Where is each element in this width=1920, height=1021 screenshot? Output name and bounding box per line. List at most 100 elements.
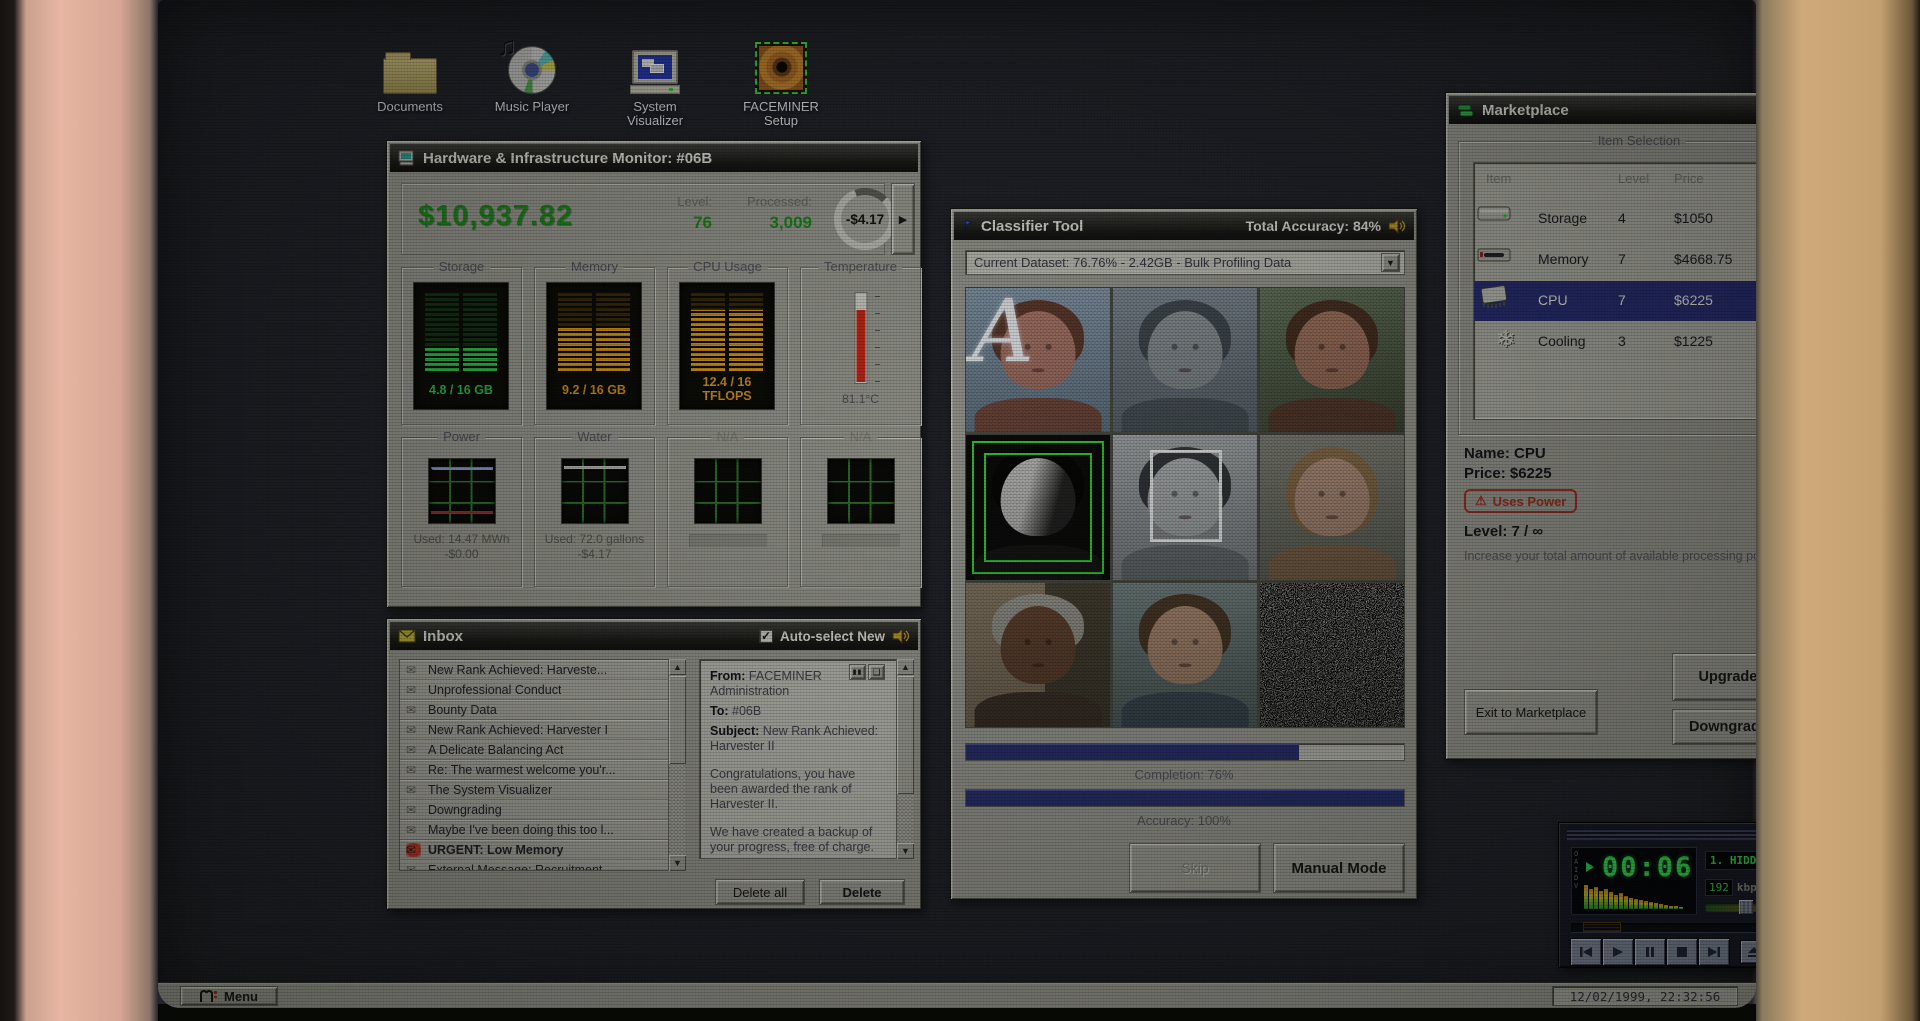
- mail-item[interactable]: ✉ The System Visualizer: [400, 780, 668, 800]
- memory-gauge: Memory 9.2 / 16 GB: [534, 259, 655, 425]
- face-tile[interactable]: [1113, 288, 1257, 433]
- meter-name: N/A: [710, 429, 745, 444]
- spectrum-bar: [1589, 888, 1593, 909]
- dataset-dropdown[interactable]: Current Dataset: 76.76% - 2.42GB - Bulk …: [965, 250, 1405, 275]
- volume-slider[interactable]: [1705, 900, 1756, 914]
- face-tile-selected[interactable]: [966, 435, 1110, 580]
- menu-button[interactable]: Menu: [180, 986, 278, 1006]
- item-selection-group: Item Selection Item Level Price Storage …: [1458, 133, 1756, 435]
- seek-handle[interactable]: [1583, 922, 1621, 932]
- dropdown-button[interactable]: ▼: [1381, 253, 1400, 272]
- mail-item[interactable]: ✉ Re: The warmest welcome you'r...: [400, 760, 668, 780]
- pause-button[interactable]: [1635, 939, 1665, 965]
- clutterbar[interactable]: OAIDV: [1574, 850, 1578, 890]
- clutterbar-letter[interactable]: A: [1574, 858, 1578, 866]
- desktop-icon-system-visualizer[interactable]: System Visualizer: [605, 38, 705, 128]
- face-tile[interactable]: [1260, 435, 1404, 580]
- face-tile[interactable]: A: [966, 288, 1110, 433]
- desktop-icon-music-player[interactable]: ♫ Music Player: [482, 31, 582, 114]
- item-row-storage[interactable]: Storage 4 $1050: [1474, 199, 1756, 239]
- speaker-icon[interactable]: [892, 628, 910, 644]
- player-lcd: OAIDV 00:06: [1571, 847, 1697, 915]
- spectrum-bar: [1679, 906, 1683, 909]
- taskbar: Menu 12/02/1999, 22:32:56: [158, 982, 1756, 1008]
- scroll-thumb[interactable]: [669, 676, 686, 764]
- scroll-down-button[interactable]: ▼: [897, 843, 914, 859]
- mail-item[interactable]: ✉ Downgrading: [400, 800, 668, 820]
- mail-item-urgent[interactable]: ✉ URGENT: Low Memory: [400, 840, 668, 860]
- player-titlebar[interactable]: ✕: [1567, 829, 1756, 840]
- meter-cost: -$0.00: [444, 547, 479, 561]
- stop-button[interactable]: [1667, 939, 1697, 965]
- mail-item[interactable]: ✉ Maybe I've been doing this too l...: [400, 820, 668, 840]
- item-row-memory[interactable]: Memory 7 $4668.75: [1474, 240, 1756, 280]
- face-tile-static-noise[interactable]: [1260, 582, 1404, 727]
- item-row-cooling[interactable]: ❄ Cooling 3 $1225: [1474, 322, 1756, 362]
- delete-button[interactable]: Delete: [819, 879, 905, 905]
- next-button[interactable]: [1699, 939, 1729, 965]
- mail-item[interactable]: ✉ A Delicate Balancing Act: [400, 740, 668, 760]
- email-body-2: We have created a backup of your progres…: [710, 825, 874, 854]
- classification-letter: A: [971, 288, 1034, 383]
- face-tile[interactable]: [1113, 582, 1257, 727]
- clutterbar-letter[interactable]: I: [1574, 866, 1578, 874]
- face-tile[interactable]: [1260, 288, 1404, 433]
- meter-name: N/A: [843, 429, 878, 444]
- classifier-titlebar[interactable]: Classifier Tool Total Accuracy: 84%: [954, 212, 1414, 240]
- marketplace-titlebar[interactable]: Marketplace: [1449, 96, 1756, 124]
- item-row-cpu-selected[interactable]: CPU 7 $6225: [1474, 281, 1756, 321]
- inbox-window: Inbox ✓ Auto-select New ✉ New Rank Achiev…: [386, 618, 922, 910]
- email-scrollbar[interactable]: ▲ ▼: [896, 659, 914, 859]
- speaker-icon[interactable]: [1388, 218, 1406, 234]
- face-tile-boxed[interactable]: [1113, 435, 1257, 580]
- upgrade-button[interactable]: Upgrade⇧: [1672, 653, 1756, 701]
- mail-item[interactable]: ✉ Bounty Data: [400, 700, 668, 720]
- clock[interactable]: 12/02/1999, 22:32:56: [1552, 986, 1738, 1006]
- scroll-up-button[interactable]: ▲: [897, 659, 914, 675]
- scroll-down-button[interactable]: ▼: [669, 855, 686, 871]
- hardware-titlebar[interactable]: Hardware & Infrastructure Monitor: #06B: [390, 144, 918, 172]
- mail-item[interactable]: ✉ External Message: Recruitment: [400, 860, 668, 870]
- scroll-up-button[interactable]: ▲: [669, 659, 686, 675]
- cpu-lcd: 12.4 / 16 TFLOPS: [679, 282, 775, 410]
- desktop-icon-faceminer[interactable]: FACEMINER Setup: [731, 38, 831, 128]
- volume-thumb[interactable]: [1739, 900, 1753, 914]
- play-button[interactable]: [1603, 939, 1633, 965]
- pause-messages-button[interactable]: ▮▮: [849, 664, 866, 680]
- eject-button[interactable]: [1741, 941, 1756, 963]
- exit-to-marketplace-button[interactable]: Exit to Marketplace: [1464, 689, 1598, 735]
- popout-icon: ❑: [872, 666, 881, 677]
- next-page-button[interactable]: ▶: [891, 183, 915, 255]
- computer-icon: [630, 50, 680, 94]
- popout-button[interactable]: ❑: [868, 664, 885, 680]
- price-label: Price:: [1464, 465, 1506, 482]
- scroll-thumb[interactable]: [897, 676, 914, 794]
- autoselect-checkbox[interactable]: ✓: [758, 629, 773, 643]
- mail-item[interactable]: ✉ New Rank Achieved: Harvester I: [400, 720, 668, 740]
- spectrum-bar: [1639, 900, 1643, 909]
- mail-item[interactable]: ✉ New Rank Achieved: Harveste...: [400, 660, 668, 680]
- seek-bar[interactable]: [1571, 922, 1756, 932]
- inbox-titlebar[interactable]: Inbox ✓ Auto-select New: [390, 622, 918, 650]
- mail-list-scrollbar[interactable]: ▲ ▼: [668, 659, 686, 871]
- spectrum-bar: [1659, 904, 1663, 909]
- mail-list: ✉ New Rank Achieved: Harveste... ✉ Unprofe…: [399, 659, 685, 871]
- clutterbar-letter[interactable]: V: [1574, 882, 1578, 890]
- track-title-display: 1. HIDDENOS - HOPEMINER <4:17>: [1705, 851, 1756, 870]
- mail-item[interactable]: ✉ Unprofessional Conduct: [400, 680, 668, 700]
- spectrum-bar: [1674, 906, 1678, 909]
- classifier-window: Classifier Tool Total Accuracy: 84% Curr…: [950, 208, 1418, 900]
- manual-mode-button[interactable]: Manual Mode: [1273, 843, 1405, 893]
- face-grid: A: [965, 287, 1405, 728]
- clutterbar-letter[interactable]: O: [1574, 850, 1578, 858]
- desktop-icon-documents[interactable]: Documents: [360, 38, 460, 114]
- delete-all-button[interactable]: Delete all: [715, 879, 805, 905]
- previous-button[interactable]: [1571, 939, 1601, 965]
- skip-button[interactable]: Skip: [1129, 843, 1261, 893]
- face-tile[interactable]: [966, 582, 1110, 727]
- name-value: CPU: [1514, 445, 1546, 462]
- na-meter-2: N/A: [800, 429, 921, 587]
- clutterbar-letter[interactable]: D: [1574, 874, 1578, 882]
- gauge-name: Storage: [432, 259, 491, 274]
- downgrade-button[interactable]: Downgrade⇩: [1672, 709, 1756, 745]
